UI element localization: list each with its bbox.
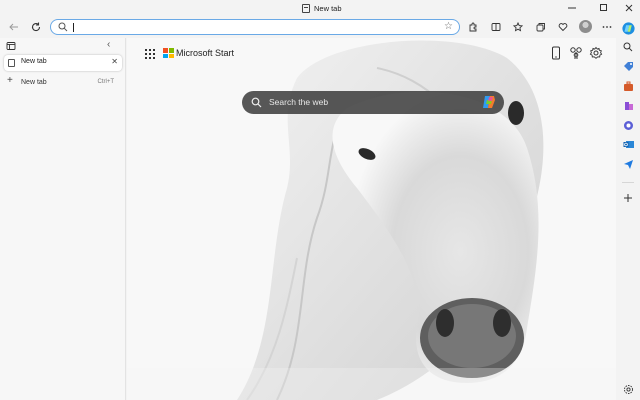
window-title: New tab [302, 2, 342, 15]
settings-icon [623, 384, 633, 394]
minimize-icon [568, 7, 576, 8]
outlook-icon [623, 140, 634, 148]
tools-sidebar-button[interactable] [621, 79, 635, 93]
outlook-sidebar-button[interactable] [621, 137, 635, 151]
profile-avatar[interactable] [579, 20, 592, 33]
copilot-sidebar-button[interactable] [621, 21, 635, 35]
split-screen-button[interactable] [488, 19, 504, 35]
title-bar: New tab [0, 0, 640, 17]
send-icon [623, 159, 633, 169]
window-title-text: New tab [314, 4, 342, 13]
minimize-button[interactable] [561, 0, 583, 15]
mobile-phone-icon[interactable] [549, 46, 563, 60]
tab-label: New tab [21, 58, 47, 65]
favorites-icon [513, 22, 523, 32]
refresh-button[interactable] [28, 19, 44, 35]
back-arrow-icon [9, 23, 18, 31]
web-search-box[interactable]: Search the web [242, 91, 504, 114]
search-sidebar-button[interactable] [621, 40, 635, 54]
briefcase-icon [623, 81, 633, 91]
search-icon [58, 22, 68, 32]
brand-name[interactable]: Microsoft Start [176, 48, 234, 58]
tab-new-tab[interactable]: New tab ✕ [4, 55, 122, 71]
close-icon [625, 4, 633, 11]
close-button[interactable] [618, 0, 640, 15]
more-dots-icon [602, 26, 612, 28]
favorite-star-icon[interactable]: ☆ [444, 21, 453, 32]
search-icon [251, 97, 262, 108]
collections-button[interactable] [533, 19, 549, 35]
microsoft365-sidebar-button[interactable] [621, 118, 635, 132]
vertical-tabs-panel: ‹ New tab ✕ + New tab Ctrl+T [0, 38, 126, 400]
sidebar-settings-button[interactable] [621, 382, 635, 396]
microsoft365-icon [623, 120, 633, 130]
extensions-button[interactable] [465, 19, 481, 35]
shopping-sidebar-button[interactable] [621, 59, 635, 73]
add-sidebar-app-button[interactable] [621, 191, 635, 205]
puzzle-icon [469, 22, 477, 32]
settings-gear-icon[interactable] [589, 46, 603, 60]
maximize-button[interactable] [593, 0, 615, 15]
edge-sidebar [616, 17, 640, 400]
toolbar: ☆ [0, 17, 640, 38]
browser-essentials-button[interactable] [555, 19, 571, 35]
more-menu-button[interactable] [599, 19, 615, 35]
collections-icon [536, 23, 545, 32]
new-tab-shortcut: Ctrl+T [97, 79, 115, 85]
copilot-icon[interactable] [481, 94, 497, 110]
plus-icon: + [7, 75, 13, 86]
page-icon [8, 59, 15, 67]
new-tab-label: New tab [21, 79, 47, 86]
collapse-panel-icon[interactable]: ‹ [107, 39, 110, 50]
heart-pulse-icon [558, 23, 568, 32]
search-icon [623, 42, 633, 52]
split-screen-icon [491, 23, 501, 31]
tag-icon [623, 61, 633, 71]
games-icon [624, 101, 633, 110]
app-launcher-button[interactable] [145, 49, 155, 59]
sidebar-divider [622, 182, 634, 183]
page-icon [302, 4, 310, 13]
search-placeholder: Search the web [269, 97, 329, 107]
add-icon [624, 194, 632, 202]
rewards-icon[interactable] [569, 46, 583, 60]
maximize-icon [600, 3, 607, 11]
microsoft-logo [163, 48, 174, 58]
favorites-button[interactable] [510, 19, 526, 35]
text-caret [73, 23, 74, 32]
refresh-icon [31, 22, 41, 32]
address-bar[interactable]: ☆ [50, 19, 460, 35]
new-tab-page: Microsoft Start Search the web [127, 38, 616, 400]
tab-actions-icon[interactable] [6, 41, 16, 51]
close-tab-icon[interactable]: ✕ [111, 57, 118, 66]
games-sidebar-button[interactable] [621, 98, 635, 112]
drop-sidebar-button[interactable] [621, 157, 635, 171]
new-tab-button[interactable]: + New tab Ctrl+T [4, 75, 122, 90]
back-button[interactable] [6, 19, 22, 35]
copilot-icon [621, 21, 635, 35]
